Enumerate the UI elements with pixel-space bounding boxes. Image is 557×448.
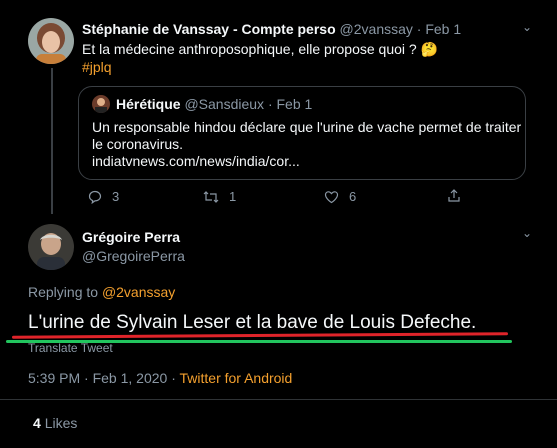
retweet-icon — [203, 190, 219, 204]
replying-prefix: Replying to — [28, 284, 99, 300]
quoted-text-line1: Un responsable hindou déclare que l'urin… — [92, 119, 522, 135]
green-underline — [6, 340, 512, 343]
quoted-date: · Feb 1 — [267, 96, 313, 112]
tweet-timestamp[interactable]: 5:39 PM · Feb 1, 2020 · — [28, 370, 176, 386]
thinking-emoji: 🤔 — [420, 41, 439, 57]
main-display-name[interactable]: Grégoire Perra — [82, 229, 180, 245]
avatar-stephanie[interactable] — [28, 18, 74, 64]
likes-summary[interactable]: 4 Likes — [33, 415, 77, 431]
parent-text: Et la médecine anthroposophique, elle pr… — [82, 41, 417, 57]
parent-handle[interactable]: @2vanssay — [340, 21, 413, 37]
avatar-gregoire[interactable] — [28, 224, 74, 270]
avatar-heretique[interactable] — [92, 95, 110, 113]
like-button[interactable]: 6 — [324, 189, 356, 204]
quoted-display-name: Hérétique — [116, 96, 181, 112]
tweet-source-link[interactable]: Twitter for Android — [180, 370, 293, 386]
reply-button[interactable]: 3 — [88, 189, 119, 204]
parent-display-name[interactable]: Stéphanie de Vanssay - Compte perso — [82, 21, 336, 37]
tweet-meta: 5:39 PM · Feb 1, 2020 · Twitter for Andr… — [28, 370, 292, 386]
likes-label: Likes — [44, 415, 78, 431]
quoted-text-line2: le coronavirus. — [92, 136, 184, 152]
share-icon — [447, 189, 461, 203]
likes-count: 4 — [33, 415, 41, 431]
translate-link[interactable]: Translate Tweet — [28, 341, 113, 355]
thread-line — [51, 68, 53, 214]
main-tweet-text: L'urine de Sylvain Leser et la bave de L… — [28, 312, 477, 333]
like-count: 6 — [349, 189, 357, 204]
share-button[interactable] — [447, 189, 461, 203]
retweet-button[interactable]: 1 — [203, 189, 236, 204]
main-handle[interactable]: @GregoirePerra — [82, 248, 185, 264]
replying-to: Replying to @2vanssay — [28, 284, 175, 300]
reply-icon — [88, 190, 102, 204]
quoted-link[interactable]: indiatvnews.com/news/india/cor... — [92, 153, 521, 170]
quoted-handle: @Sansdieux — [184, 96, 265, 112]
hashtag-link[interactable]: #jplq — [82, 59, 112, 75]
chevron-down-icon[interactable]: ⌄ — [522, 20, 532, 34]
reply-count: 3 — [112, 189, 120, 204]
parent-tweet-text: Et la médecine anthroposophique, elle pr… — [82, 41, 438, 58]
chevron-down-icon[interactable]: ⌄ — [522, 226, 532, 240]
quoted-body: Un responsable hindou déclare que l'urin… — [92, 119, 521, 170]
quoted-header: Hérétique @Sansdieux · Feb 1 — [116, 96, 312, 112]
divider — [0, 399, 557, 400]
retweet-count: 1 — [229, 189, 237, 204]
parent-date[interactable]: · Feb 1 — [417, 21, 461, 37]
parent-header: Stéphanie de Vanssay - Compte perso @2va… — [82, 21, 461, 37]
replying-handle-link[interactable]: @2vanssay — [102, 284, 175, 300]
like-icon — [324, 190, 339, 204]
